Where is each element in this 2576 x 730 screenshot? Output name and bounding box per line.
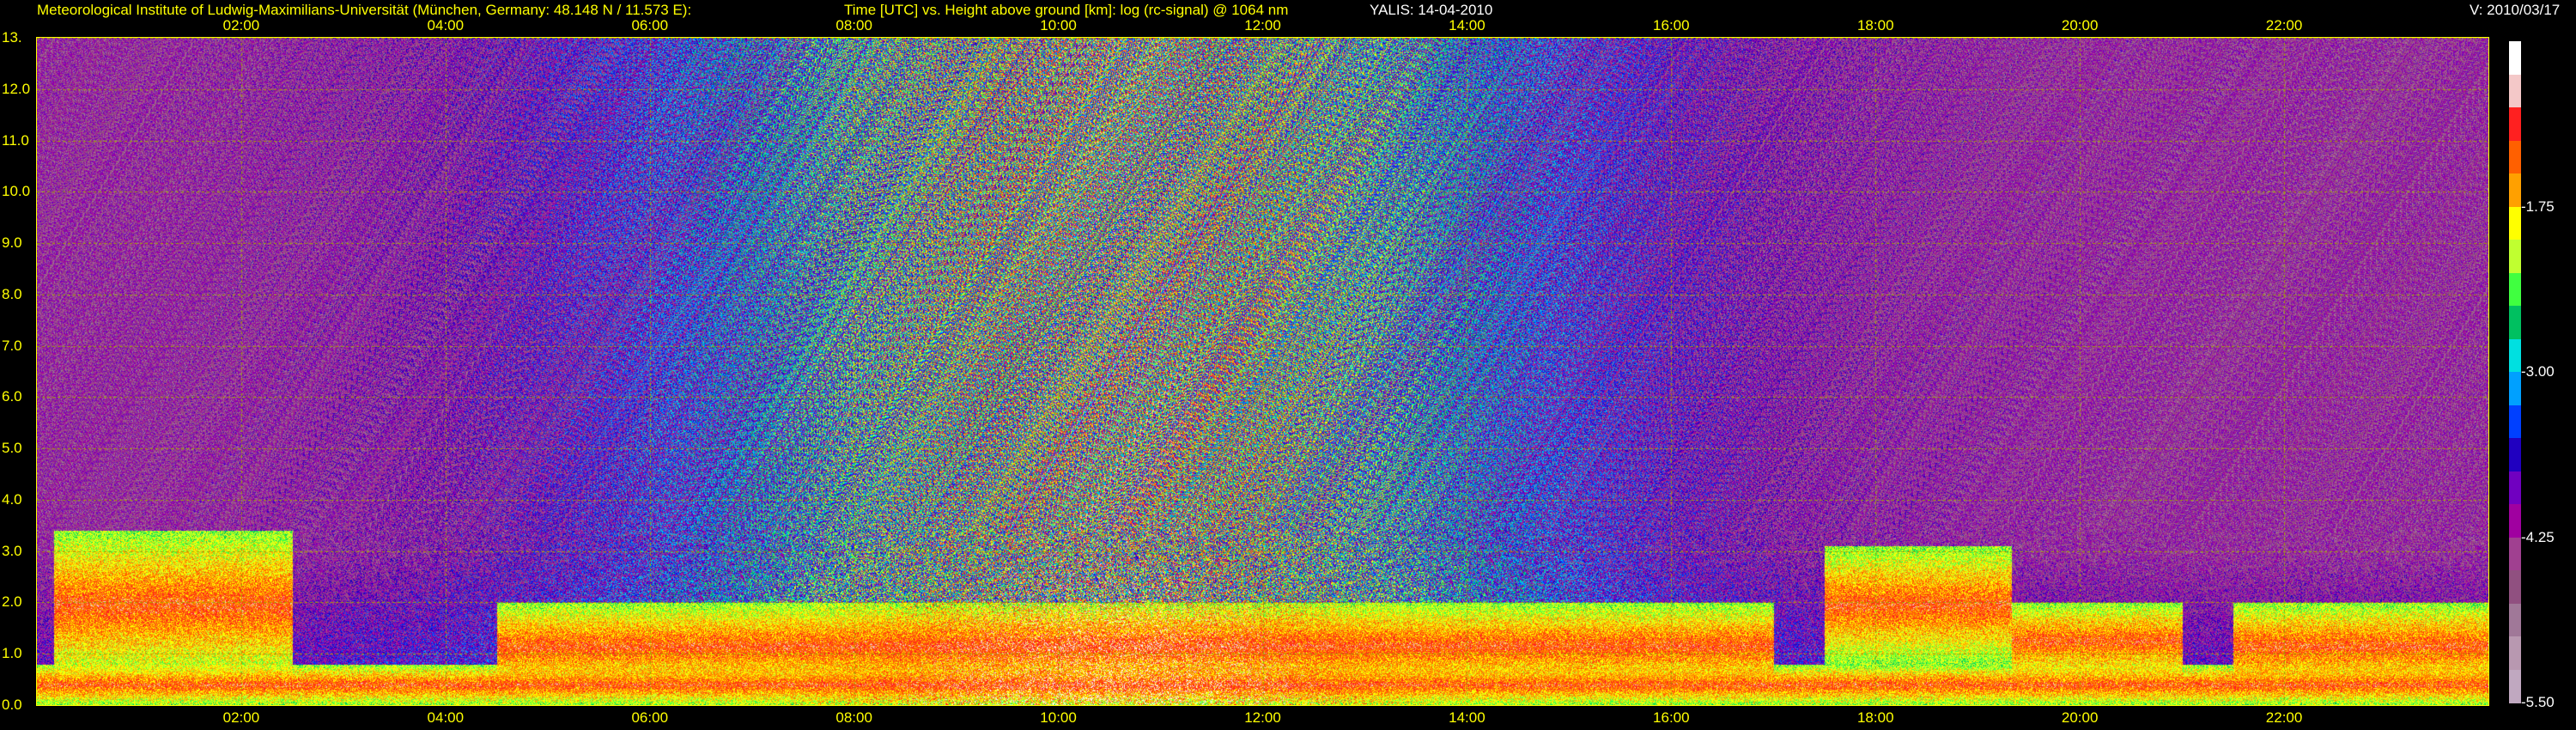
- y-tick-label: 6.0: [2, 388, 22, 405]
- colorbar-swatch: [2509, 240, 2521, 274]
- colorbar-swatch: [2509, 272, 2521, 307]
- colorbar-swatch: [2509, 438, 2521, 472]
- y-tick-label: 0.0: [2, 697, 22, 713]
- y-tick-label: 12.0: [2, 80, 31, 97]
- x-tick-label: 22:00: [2265, 709, 2303, 726]
- colorbar-swatch: [2509, 206, 2521, 240]
- x-tick-label: 02:00: [222, 17, 260, 33]
- x-tick-label: 12:00: [1244, 709, 1281, 726]
- y-tick-label: 7.0: [2, 337, 22, 354]
- colorbar-swatch: [2509, 306, 2521, 340]
- y-tick-label: 9.0: [2, 234, 22, 252]
- y-tick-label: 2.0: [2, 593, 22, 611]
- colorbar-swatch: [2509, 140, 2521, 174]
- x-tick-label: 18:00: [1856, 17, 1894, 33]
- x-tick-label: 06:00: [631, 709, 669, 726]
- colorbar-swatch: [2509, 405, 2521, 439]
- colorbar-swatch: [2509, 669, 2521, 703]
- x-tick-label: 14:00: [1449, 709, 1485, 726]
- colorbar-swatch: [2509, 74, 2521, 108]
- colorbar-label: -5.50: [2521, 694, 2555, 710]
- y-tick-label: 10.0: [2, 183, 31, 200]
- colorbar-label: -1.75: [2521, 198, 2555, 215]
- y-tick-label: 11.0: [2, 131, 29, 149]
- y-tick-label: 5.0: [2, 440, 22, 457]
- x-tick-label: 10:00: [1040, 17, 1077, 33]
- y-tick-label: 3.0: [2, 542, 22, 559]
- version-label: V: 2010/03/17: [2470, 2, 2561, 18]
- x-tick-label: 20:00: [2061, 709, 2099, 726]
- colorbar-swatch: [2509, 636, 2521, 671]
- x-tick-label: 16:00: [1653, 17, 1690, 33]
- y-tick-label: 4.0: [2, 490, 22, 508]
- x-tick-label: 18:00: [1856, 709, 1894, 726]
- y-tick-label: 8.0: [2, 285, 22, 302]
- x-tick-label: 06:00: [631, 17, 669, 33]
- colorbar-swatch: [2509, 603, 2521, 637]
- lidar-heatmap: [36, 37, 2489, 706]
- x-tick-label: 04:00: [427, 709, 465, 726]
- colorbar-swatch: [2509, 570, 2521, 605]
- x-tick-label: 08:00: [835, 709, 872, 726]
- institute-title: Meteorological Institute of Ludwig-Maxim…: [37, 2, 692, 18]
- colorbar-label: -3.00: [2521, 363, 2555, 380]
- colorbar: [2509, 41, 2521, 703]
- y-tick-label: 1.0: [2, 645, 22, 662]
- x-tick-label: 10:00: [1040, 709, 1077, 726]
- x-tick-label: 22:00: [2265, 17, 2303, 33]
- x-tick-label: 02:00: [222, 709, 260, 726]
- colorbar-swatch: [2509, 471, 2521, 505]
- colorbar-swatch: [2509, 537, 2521, 571]
- x-tick-label: 14:00: [1449, 17, 1485, 33]
- y-tick-label: 13.: [2, 29, 22, 46]
- x-tick-label: 20:00: [2061, 17, 2099, 33]
- x-tick-label: 08:00: [835, 17, 872, 33]
- x-tick-label: 04:00: [427, 17, 465, 33]
- colorbar-swatch: [2509, 372, 2521, 406]
- colorbar-label: -4.25: [2521, 528, 2555, 545]
- colorbar-swatch: [2509, 41, 2521, 76]
- x-tick-label: 16:00: [1653, 709, 1690, 726]
- x-tick-label: 12:00: [1244, 17, 1281, 33]
- colorbar-swatch: [2509, 338, 2521, 373]
- colorbar-swatch: [2509, 173, 2521, 208]
- colorbar-swatch: [2509, 107, 2521, 142]
- colorbar-swatch: [2509, 504, 2521, 538]
